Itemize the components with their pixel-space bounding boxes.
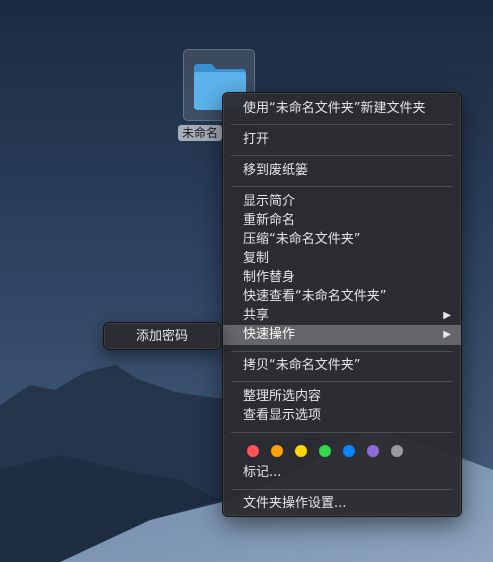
menu-item-quick-actions-label: 快速操作 — [243, 327, 296, 342]
menu-separator — [231, 124, 453, 125]
tag-color-yellow[interactable] — [295, 445, 307, 457]
menu-item-quick-actions[interactable]: 快速操作 ▶ — [223, 325, 461, 345]
menu-separator — [231, 155, 453, 156]
submenu-arrow-icon: ▶ — [443, 310, 451, 321]
menu-item-rename[interactable]: 重新命名 — [223, 211, 461, 231]
menu-item-copy[interactable]: 拷贝“未命名文件夹” — [223, 356, 461, 376]
tag-color-gray[interactable] — [391, 445, 403, 457]
menu-item-share-label: 共享 — [243, 308, 270, 323]
menu-separator — [231, 489, 453, 490]
tag-color-green[interactable] — [319, 445, 331, 457]
menu-item-quick-look[interactable]: 快速查看“未命名文件夹” — [223, 287, 461, 307]
menu-item-tags[interactable]: 标记... — [223, 463, 461, 483]
menu-item-share[interactable]: 共享 ▶ — [223, 306, 461, 326]
menu-item-compress[interactable]: 压缩“未命名文件夹” — [223, 230, 461, 250]
quick-actions-submenu: 添加密码 — [103, 322, 221, 350]
tag-color-orange[interactable] — [271, 445, 283, 457]
menu-item-open[interactable]: 打开 — [223, 130, 461, 150]
menu-item-new-folder-with-selection[interactable]: 使用“未命名文件夹”新建文件夹 — [223, 99, 461, 119]
menu-separator — [231, 351, 453, 352]
menu-separator — [231, 432, 453, 433]
context-menu: 使用“未命名文件夹”新建文件夹 打开 移到废纸篓 显示简介 重新命名 压缩“未命… — [222, 92, 462, 517]
menu-item-folder-actions-setup[interactable]: 文件夹操作设置... — [223, 494, 461, 514]
menu-item-clean-up-selection[interactable]: 整理所选内容 — [223, 387, 461, 407]
tag-color-purple[interactable] — [367, 445, 379, 457]
desktop-folder-label[interactable]: 未命名 — [178, 125, 223, 141]
menu-item-move-to-trash[interactable]: 移到废纸篓 — [223, 161, 461, 181]
menu-item-duplicate[interactable]: 复制 — [223, 249, 461, 269]
submenu-item-add-password[interactable]: 添加密码 — [104, 327, 220, 347]
menu-item-show-view-options[interactable]: 查看显示选项 — [223, 406, 461, 426]
submenu-arrow-icon: ▶ — [443, 329, 451, 340]
tag-color-red[interactable] — [247, 445, 259, 457]
menu-item-make-alias[interactable]: 制作替身 — [223, 268, 461, 288]
menu-item-get-info[interactable]: 显示简介 — [223, 192, 461, 212]
tag-color-blue[interactable] — [343, 445, 355, 457]
menu-separator — [231, 186, 453, 187]
menu-separator — [231, 381, 453, 382]
